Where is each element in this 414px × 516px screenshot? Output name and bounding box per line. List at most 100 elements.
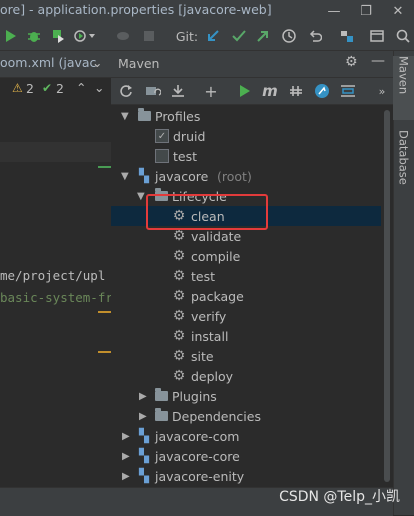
change-marker xyxy=(98,166,111,168)
tree-node-label: Plugins xyxy=(172,388,217,404)
code-line: basic-system-fr xyxy=(0,290,113,305)
maven-side-tab-label: Maven xyxy=(396,56,411,95)
tree-node-dependencies[interactable]: ▶ Dependencies xyxy=(111,406,381,426)
git-update-icon[interactable] xyxy=(204,22,222,50)
checkbox-unchecked[interactable] xyxy=(155,149,169,163)
attach-icon[interactable] xyxy=(114,22,132,50)
rollback-icon[interactable] xyxy=(306,22,324,50)
layout-icon[interactable] xyxy=(368,22,386,50)
chevron-down-icon[interactable]: ▼ xyxy=(121,111,129,122)
tree-node-plugins[interactable]: ▶ Plugins xyxy=(111,386,381,406)
gear-icon: ⚙ xyxy=(172,228,186,244)
goal-label: compile xyxy=(191,248,241,264)
more-options-icon[interactable]: » xyxy=(375,78,389,104)
lifecycle-goal-deploy[interactable]: ⚙ deploy xyxy=(111,366,381,386)
debug-icon[interactable] xyxy=(24,22,44,50)
profile-item-druid[interactable]: ✓ druid xyxy=(111,126,381,146)
goal-label: site xyxy=(191,348,214,364)
plugins-folder-icon xyxy=(154,388,168,403)
inspections-widget[interactable]: ⚠ 2 ✔ 2 ⌃ ⌄ xyxy=(0,78,111,100)
show-dependencies-icon[interactable] xyxy=(339,78,357,104)
run-maven-icon[interactable] xyxy=(237,78,253,104)
chevron-right-icon[interactable]: ▶ xyxy=(122,431,130,442)
tree-node-root-project[interactable]: ▼ ▚ javacore (root) xyxy=(111,166,381,186)
folder-icon xyxy=(137,108,151,123)
chevron-down-icon[interactable]: ▼ xyxy=(121,171,129,182)
gear-icon: ⚙ xyxy=(172,288,186,304)
project-name: javacore xyxy=(155,168,209,184)
profile-run-icon[interactable] xyxy=(72,22,98,50)
toggle-offline-icon[interactable] xyxy=(287,78,305,104)
skip-tests-icon[interactable] xyxy=(313,78,331,104)
lifecycle-goal-package[interactable]: ⚙ package xyxy=(111,286,381,306)
goal-label: install xyxy=(191,328,229,344)
goal-label: deploy xyxy=(191,368,234,384)
tree-node-module[interactable]: ▶ ▚ javacore-com xyxy=(111,426,381,446)
chevron-down-icon[interactable]: ▼ xyxy=(137,191,145,202)
lifecycle-goal-install[interactable]: ⚙ install xyxy=(111,326,381,346)
coverage-icon[interactable] xyxy=(48,22,68,50)
module-name: javacore-com xyxy=(155,428,240,444)
right-tool-strip xyxy=(393,51,414,515)
gear-icon: ⚙ xyxy=(172,308,186,324)
chevron-down-icon[interactable]: ⌄ xyxy=(92,55,102,70)
highlight-box xyxy=(146,194,268,230)
lifecycle-goal-test[interactable]: ⚙ test xyxy=(111,266,381,286)
scrollbar-thumb[interactable] xyxy=(384,110,390,482)
tree-node-profiles[interactable]: ▼ Profiles xyxy=(111,106,381,126)
main-toolbar: Git: xyxy=(0,22,414,51)
tree-node-module[interactable]: ▶ ▚ javacore-core xyxy=(111,446,381,466)
module-name: javacore-enity xyxy=(155,468,245,484)
tree-node-module[interactable]: ▶ ▚ javacore-enity xyxy=(111,466,381,486)
editor-tab-label[interactable]: oom.xml (javac xyxy=(0,55,96,70)
add-icon[interactable]: + xyxy=(203,78,219,104)
gear-icon: ⚙ xyxy=(172,368,186,384)
chevron-up-icon[interactable]: ⌃ xyxy=(76,80,86,95)
checkbox-checked[interactable]: ✓ xyxy=(155,129,169,143)
lifecycle-goal-site[interactable]: ⚙ site xyxy=(111,346,381,366)
database-side-tab[interactable]: Database xyxy=(393,130,414,204)
restore-button[interactable]: ❐ xyxy=(350,0,382,22)
goal-label: validate xyxy=(191,228,242,244)
minimize-button[interactable]: — xyxy=(318,0,350,22)
maven-toolbar: + m » xyxy=(111,78,393,105)
maven-side-tab[interactable]: Maven xyxy=(393,56,414,120)
close-button[interactable]: ✕ xyxy=(382,0,414,22)
gear-icon: ⚙ xyxy=(172,328,186,344)
stop-icon[interactable] xyxy=(140,22,158,50)
gear-icon[interactable]: ⚙ xyxy=(345,54,358,70)
goal-label: verify xyxy=(191,308,227,324)
execute-goal-icon[interactable]: m xyxy=(261,78,279,104)
editor-area[interactable] xyxy=(0,51,111,515)
git-label: Git: xyxy=(175,28,199,44)
download-icon[interactable] xyxy=(169,78,189,104)
history-icon[interactable] xyxy=(280,22,298,50)
chevron-right-icon[interactable]: ▶ xyxy=(139,411,147,422)
change-marker xyxy=(98,311,111,313)
lifecycle-goal-verify[interactable]: ⚙ verify xyxy=(111,306,381,326)
watermark: CSDN @Telp_小凯 xyxy=(279,489,400,505)
window-controls: — ❐ ✕ xyxy=(318,0,414,22)
run-icon[interactable] xyxy=(2,22,20,50)
tree-node-label: Dependencies xyxy=(172,408,261,424)
generate-sources-icon[interactable] xyxy=(143,78,163,104)
chevron-down-icon[interactable]: ⌄ xyxy=(94,80,104,95)
code-line: me/project/upl xyxy=(0,268,106,283)
chevron-right-icon[interactable]: ▶ xyxy=(122,471,130,482)
errors-count: 2 xyxy=(26,81,34,96)
chevron-right-icon[interactable]: ▶ xyxy=(122,451,130,462)
maven-module-icon: ▚ xyxy=(139,468,149,484)
minimize-panel-icon[interactable]: — xyxy=(371,53,385,69)
warning-icon: ⚠ xyxy=(12,81,23,95)
project-structure-icon[interactable] xyxy=(338,22,356,50)
current-line-highlight xyxy=(0,142,111,162)
lifecycle-goal-compile[interactable]: ⚙ compile xyxy=(111,246,381,266)
git-commit-icon[interactable] xyxy=(230,22,248,50)
chevron-right-icon[interactable]: ▶ xyxy=(139,391,147,402)
profile-item-test[interactable]: test xyxy=(111,146,381,166)
search-everywhere-icon[interactable] xyxy=(394,22,412,50)
dependencies-folder-icon xyxy=(154,408,168,423)
git-push-icon[interactable] xyxy=(254,22,272,50)
reload-icon[interactable] xyxy=(117,78,135,104)
gear-icon: ⚙ xyxy=(172,268,186,284)
